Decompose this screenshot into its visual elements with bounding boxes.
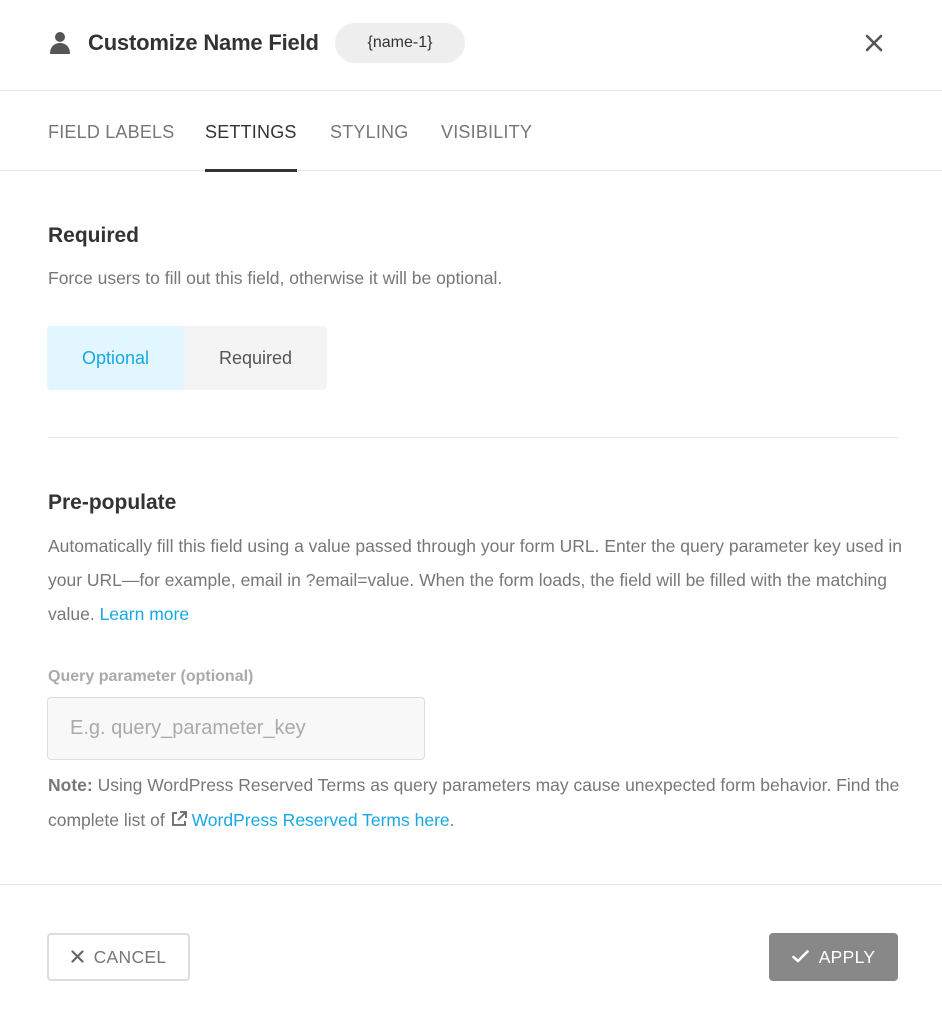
prepopulate-section-title: Pre-populate [48,491,177,514]
note-end: . [449,810,455,830]
prepopulate-section-description: Automatically fill this field using a va… [48,529,908,631]
reserved-terms-link[interactable]: WordPress Reserved Terms here [192,810,450,830]
close-icon [70,947,84,968]
note-label: Note: [48,775,93,795]
required-toggle: Optional Required [47,326,327,390]
query-parameter-label: Query parameter (optional) [48,668,254,685]
optional-option[interactable]: Optional [47,326,184,390]
tab-styling[interactable]: STYLING [330,92,408,171]
reserved-terms-note: Note: Using WordPress Reserved Terms as … [48,768,908,838]
close-icon [865,34,883,52]
query-parameter-input[interactable] [47,697,425,760]
tab-visibility[interactable]: VISIBILITY [441,92,532,171]
tab-field-labels[interactable]: FIELD LABELS [48,92,174,171]
customize-field-modal: Customize Name Field {name-1} FIELD LABE… [0,0,942,1024]
close-button[interactable] [860,29,888,57]
required-option[interactable]: Required [184,326,327,390]
learn-more-link[interactable]: Learn more [100,604,190,624]
required-section-title: Required [48,224,140,247]
required-section-description: Force users to fill out this field, othe… [48,268,503,288]
field-tag-badge: {name-1} [335,23,465,63]
tab-settings[interactable]: SETTINGS [205,92,297,172]
checkmark-icon [791,947,809,968]
apply-button[interactable]: APPLY [769,933,898,981]
apply-button-label: APPLY [818,946,876,967]
modal-title: Customize Name Field [88,30,319,55]
modal-header: Customize Name Field {name-1} [0,0,942,91]
user-icon [48,30,72,54]
section-divider [48,437,898,438]
external-link-icon [170,805,188,826]
cancel-button-label: CANCEL [93,946,167,967]
tab-bar: FIELD LABELS SETTINGS STYLING VISIBILITY [0,92,942,172]
cancel-button[interactable]: CANCEL [47,933,190,981]
footer-divider [0,884,942,885]
